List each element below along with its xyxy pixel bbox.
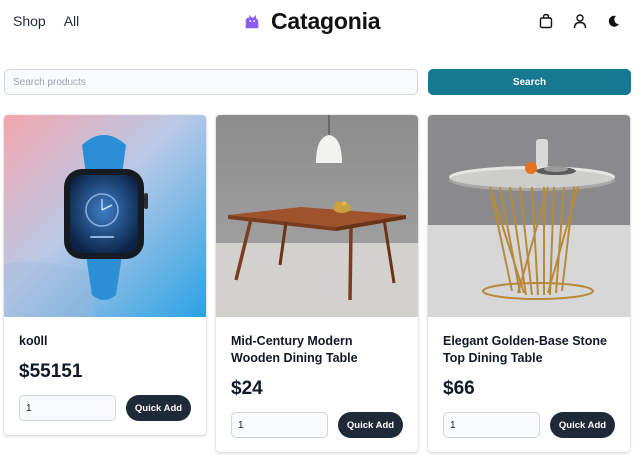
search-button[interactable]: Search [428,69,631,95]
product-price: $66 [443,378,475,399]
header-actions [538,13,622,29]
product-card: Mid-Century Modern Wooden Dining Table $… [216,115,418,452]
product-image-smartwatch[interactable] [4,115,206,317]
nav-shop-link[interactable]: Shop [13,13,46,29]
nav-all-link[interactable]: All [64,13,80,29]
main-nav: Shop All [13,13,79,29]
quantity-input[interactable] [443,412,540,438]
user-icon[interactable] [572,13,588,29]
quick-add-button[interactable]: Quick Add [550,412,615,438]
product-name[interactable]: Mid-Century Modern Wooden Dining Table [231,333,403,367]
product-price: $24 [231,378,263,399]
product-name[interactable]: ko0ll [19,333,191,350]
product-price: $55151 [19,361,83,382]
quick-add-button[interactable]: Quick Add [338,412,403,438]
product-image-round-table[interactable] [428,115,630,317]
brand[interactable]: Catagonia [243,8,381,35]
cat-logo-icon [245,14,259,28]
product-card: ko0ll $55151 Quick Add [4,115,206,435]
quick-add-button[interactable]: Quick Add [126,395,191,421]
product-image-wooden-table[interactable] [216,115,418,317]
product-name[interactable]: Elegant Golden-Base Stone Top Dining Tab… [443,333,615,367]
brand-title: Catagonia [271,8,381,34]
shopping-bag-icon[interactable] [538,13,554,29]
product-card: Elegant Golden-Base Stone Top Dining Tab… [428,115,630,452]
quantity-input[interactable] [19,395,116,421]
site-header: Shop All Catagonia [0,0,640,44]
moon-icon[interactable] [606,13,622,29]
search-input[interactable] [4,69,418,95]
quantity-input[interactable] [231,412,328,438]
